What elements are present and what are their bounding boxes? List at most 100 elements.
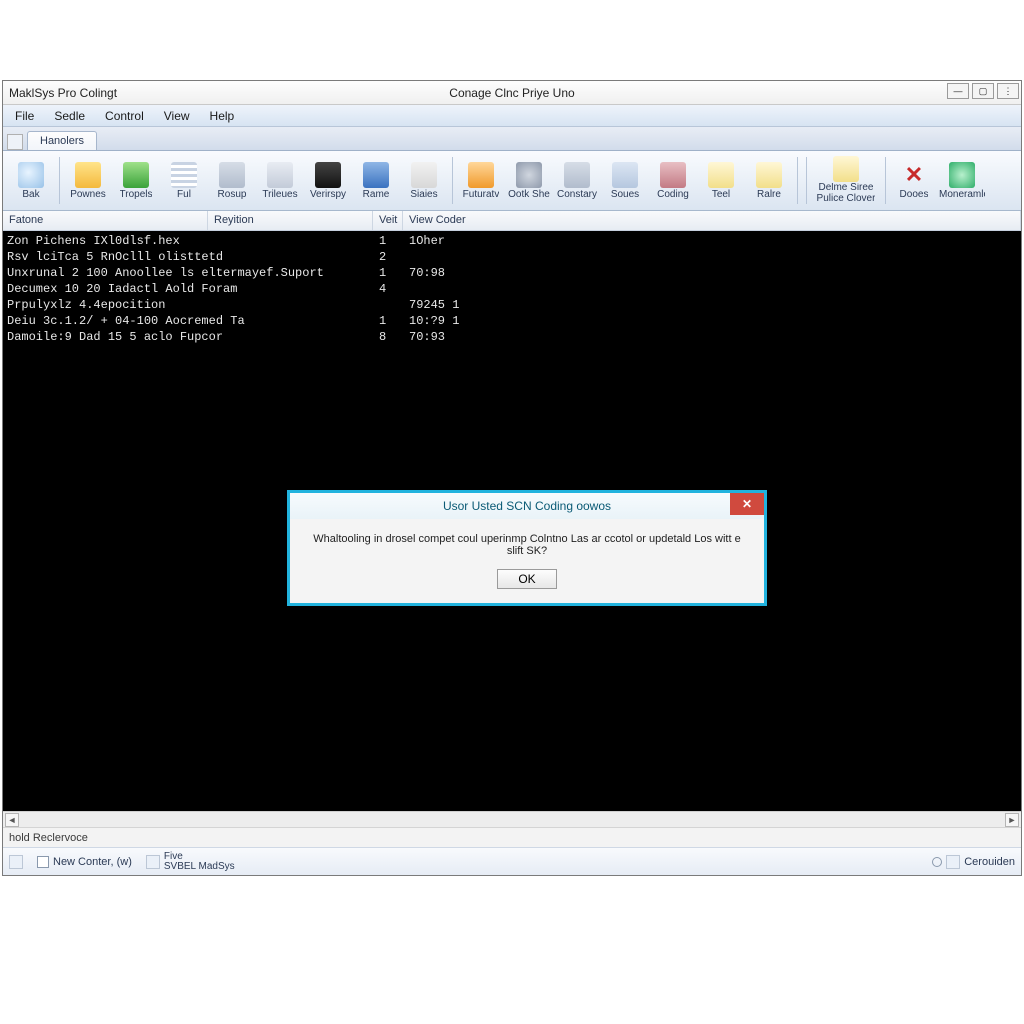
terminal-row: Zon Pichens IXl0dlsf.hex11Oher: [7, 233, 1017, 249]
tropels-icon: [123, 162, 149, 188]
status-bar: hold Reclervoce: [3, 827, 1021, 847]
toolbar-verirspy[interactable]: Verirspy: [304, 153, 352, 208]
siaies-icon: [411, 162, 437, 188]
file-icon: [146, 855, 160, 869]
toolbar-separator: [806, 157, 807, 204]
ootk she-icon: [516, 162, 542, 188]
terminal-row: Damoile:9 Dad 15 5 aclo Fupcor870:93: [7, 329, 1017, 345]
close-icon: ✕: [742, 497, 752, 511]
menu-sedle[interactable]: Sedle: [46, 107, 93, 125]
toolbar-label: Delme SireePulice Clover: [817, 183, 876, 205]
dialog-title-text: Usor Usted SCN Coding oowos: [443, 499, 611, 513]
toolbar-pownes[interactable]: Pownes: [64, 153, 112, 208]
column-headers: Fatone Reyition Veit View Coder: [3, 211, 1021, 231]
maximize-button[interactable]: ▢: [972, 83, 994, 99]
taskbar-label: Five: [164, 852, 235, 862]
pownes-icon: [75, 162, 101, 188]
menubar: File Sedle Control View Help: [3, 105, 1021, 127]
col-veit[interactable]: Veit: [373, 211, 403, 230]
toolbar-rame[interactable]: Rame: [352, 153, 400, 208]
toolbar-ootk she[interactable]: Ootk She: [505, 153, 553, 208]
toolbar-tropels[interactable]: Tropels: [112, 153, 160, 208]
options-button[interactable]: ⋮: [997, 83, 1019, 99]
toolbar-trileues[interactable]: Trileues: [256, 153, 304, 208]
horizontal-scrollbar[interactable]: ◄ ►: [3, 811, 1021, 827]
toolbar-delme-siree[interactable]: Delme SireePulice Clover: [811, 153, 881, 208]
toolbar-siaies[interactable]: Siaies: [400, 153, 448, 208]
taskbar-new-conter[interactable]: New Conter, (w): [37, 856, 132, 868]
scn-coding-dialog: Usor Usted SCN Coding oowos ✕ Whaltoolin…: [287, 490, 767, 606]
rame-icon: [363, 162, 389, 188]
scroll-left-icon[interactable]: ◄: [5, 813, 19, 827]
soues-icon: [612, 162, 638, 188]
menu-control[interactable]: Control: [97, 107, 152, 125]
checkbox-icon[interactable]: [37, 856, 49, 868]
dialog-close-button[interactable]: ✕: [730, 493, 764, 515]
terminal-row: Decumex 10 20 Iadactl Aold Foram4: [7, 281, 1017, 297]
taskbar-system-icon[interactable]: [9, 855, 23, 869]
col-fatone[interactable]: Fatone: [3, 211, 208, 230]
taskbar-right-label: Cerouiden: [964, 856, 1015, 868]
toolbar-dooes[interactable]: ✕Dooes: [890, 153, 938, 208]
toolbar-ful[interactable]: Ful: [160, 153, 208, 208]
taskbar-file-item[interactable]: Five SVBEL MadSys: [146, 852, 235, 872]
scroll-right-icon[interactable]: ►: [1005, 813, 1019, 827]
note-icon: [833, 156, 859, 182]
toolbar-label: Constary: [557, 189, 597, 200]
menu-help[interactable]: Help: [202, 107, 243, 125]
ralre-icon: [756, 162, 782, 188]
toolbar-label: Dooes: [900, 189, 929, 200]
toolbar-label: Verirspy: [310, 189, 346, 200]
document-title: Conage Clnc Priye Uno: [7, 86, 1017, 100]
menu-file[interactable]: File: [7, 107, 42, 125]
circle-icon: [949, 162, 975, 188]
constary-icon: [564, 162, 590, 188]
circle-icon: [932, 857, 942, 867]
toolbar-rosup[interactable]: Rosup: [208, 153, 256, 208]
toolbar-label: Teel: [712, 189, 730, 200]
toolbar-futuratv[interactable]: Futuratv: [457, 153, 505, 208]
dialog-body: Whaltooling in drosel compet coul uperin…: [290, 519, 764, 565]
futuratv-icon: [468, 162, 494, 188]
minimize-button[interactable]: —: [947, 83, 969, 99]
toolbar-separator: [59, 157, 60, 204]
tab-hanolers[interactable]: Hanolers: [27, 131, 97, 150]
toolbar-bak[interactable]: Bak: [7, 153, 55, 208]
toolbar-label: Ralre: [757, 189, 781, 200]
terminal-row: Prpulyxlz 4.4epocition79245 1: [7, 297, 1017, 313]
col-reyition[interactable]: Reyition: [208, 211, 373, 230]
toolbar-label: Tropels: [120, 189, 153, 200]
toolbar-soues[interactable]: Soues: [601, 153, 649, 208]
toolbar-constary[interactable]: Constary: [553, 153, 601, 208]
col-view-coder[interactable]: View Coder: [403, 211, 1021, 230]
menu-view[interactable]: View: [156, 107, 198, 125]
dialog-title: Usor Usted SCN Coding oowos ✕: [290, 493, 764, 519]
verirspy-icon: [315, 162, 341, 188]
toolbar-label: Pownes: [70, 189, 106, 200]
toolbar-label: Ootk She: [508, 189, 550, 200]
app-window: MaklSys Pro Colingt Conage Clnc Priye Un…: [2, 80, 1022, 876]
toolbar-teel[interactable]: Teel: [697, 153, 745, 208]
terminal-row: Rsv lciTca 5 RnOclll olisttetd2: [7, 249, 1017, 265]
teel-icon: [708, 162, 734, 188]
app-title: MaklSys Pro Colingt: [9, 86, 117, 100]
taskbar-right-button[interactable]: Cerouiden: [932, 855, 1015, 869]
toolbar-moneramlor[interactable]: Moneramlor: [938, 153, 986, 208]
taskbar-label: New Conter, (w): [53, 856, 132, 868]
toolbar-separator: [797, 157, 798, 204]
toolbar-label: Rosup: [218, 189, 247, 200]
trileues-icon: [267, 162, 293, 188]
toolbar-label: Rame: [363, 189, 390, 200]
toolbar-label: Trileues: [262, 189, 297, 200]
system-icon[interactable]: [7, 134, 23, 150]
toolbar-ralre[interactable]: Ralre: [745, 153, 793, 208]
toolbar: Bak Pownes Tropels Ful Rosup Trileues Verirspy…: [3, 151, 1021, 211]
toolbar-label: Ful: [177, 189, 191, 200]
toolbar-separator: [452, 157, 453, 204]
toolbar-separator: [885, 157, 886, 204]
terminal-row: Deiu 3c.1.2/ + 04-100 Aocremed Ta110:?9 …: [7, 313, 1017, 329]
toolbar-label: Soues: [611, 189, 639, 200]
toolbar-label: Moneramlor: [939, 189, 985, 200]
toolbar-coding[interactable]: Coding: [649, 153, 697, 208]
dialog-ok-button[interactable]: OK: [497, 569, 556, 589]
